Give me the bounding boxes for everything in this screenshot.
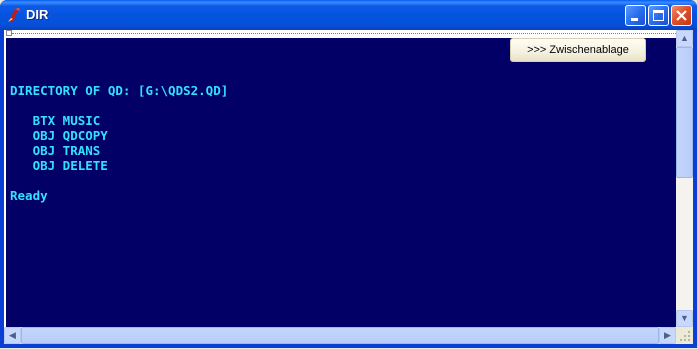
console-line: OBJ QDCOPY — [10, 128, 108, 143]
ruler-dots — [12, 33, 676, 34]
vertical-scroll-thumb[interactable] — [676, 47, 693, 178]
horizontal-scrollbar[interactable]: ◀ ▶ — [4, 327, 676, 344]
client-frame: DIRECTORY OF QD: [G:\QDS2.QD] BTX MUSIC … — [4, 30, 693, 344]
minimize-icon — [631, 18, 638, 21]
ruler-line — [6, 30, 676, 38]
console-line: OBJ TRANS — [10, 143, 101, 158]
close-button[interactable] — [671, 5, 692, 26]
client-area: DIRECTORY OF QD: [G:\QDS2.QD] BTX MUSIC … — [4, 30, 693, 344]
console-output[interactable]: DIRECTORY OF QD: [G:\QDS2.QD] BTX MUSIC … — [6, 38, 676, 327]
vertical-scrollbar[interactable]: ▲ ▼ — [676, 30, 693, 327]
console-line: BTX MUSIC — [10, 113, 101, 128]
maximize-icon — [653, 10, 664, 21]
minimize-button[interactable] — [625, 5, 646, 26]
resize-grip[interactable] — [676, 327, 693, 344]
scroll-right-button[interactable]: ▶ — [659, 327, 676, 344]
horizontal-scroll-thumb[interactable] — [21, 327, 659, 344]
console-line: Ready — [10, 188, 48, 203]
app-icon — [8, 8, 20, 22]
window-title: DIR — [26, 7, 49, 22]
title-bar[interactable]: DIR — [0, 0, 697, 30]
console-line: DIRECTORY OF QD: [G:\QDS2.QD] — [10, 83, 229, 98]
scroll-down-button[interactable]: ▼ — [676, 310, 693, 327]
maximize-button[interactable] — [648, 5, 669, 26]
close-icon — [676, 10, 687, 21]
resize-grip-icon — [680, 331, 690, 341]
copy-to-clipboard-button[interactable]: >>> Zwischenablage — [510, 38, 646, 62]
app-window: DIR DIRECTORY OF QD: [G:\QDS2.QD] BTX MU… — [0, 0, 697, 348]
scroll-up-button[interactable]: ▲ — [676, 30, 693, 47]
console-line: OBJ DELETE — [10, 158, 108, 173]
scroll-left-button[interactable]: ◀ — [4, 327, 21, 344]
